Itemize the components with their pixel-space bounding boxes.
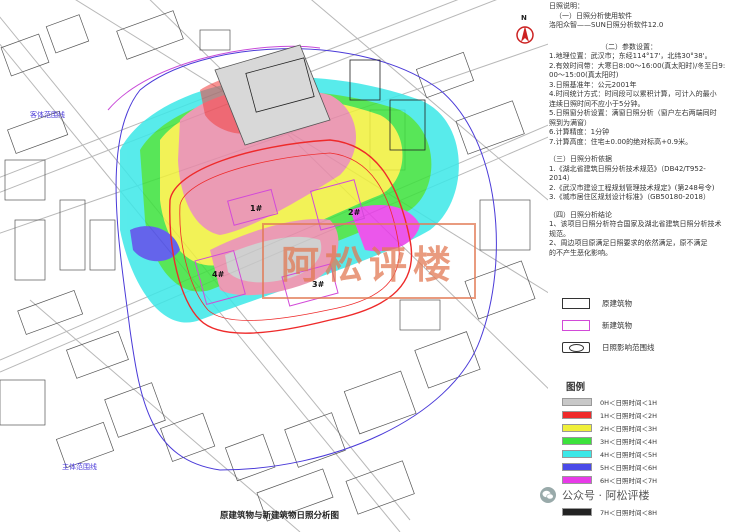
parameters-heading: （二）参数设置： [601,42,657,51]
hours-swatch [562,424,592,432]
legend-swatch [562,342,590,353]
map-caption: 原建筑物与新建筑物日照分析图 [220,511,340,521]
hours-swatch [562,450,592,458]
hours-legend-item: 0H＜日照时间＜1H [562,397,657,407]
parameter-item: 00～15:00(真太阳时) [549,71,619,79]
wechat-icon [540,487,556,503]
parameter-item: 3.日照基准年：公元2001年 [549,80,637,89]
conclusion-heading: （四）日照分析结论 [549,210,612,219]
hours-legend-item: 1H＜日照时间＜2H [562,410,657,420]
legend-label: 新建筑物 [602,321,632,330]
legend-label: 日照影响范围线 [602,343,655,352]
hours-label: 5H＜日照时间＜6H [600,464,658,472]
hours-swatch [562,398,592,406]
north-compass: N [515,14,535,48]
legend-swatch [562,320,590,331]
building-label-4: 4# [212,270,225,279]
conclusion-item: 1、该项目日照分析符合国家及湖北省建筑日照分析技术 [549,220,722,228]
basis-item: 2014） [549,174,574,182]
hours-legend-item: 6H＜日照时间＜7H [562,475,657,485]
notes-panel: 日照说明： （一）日照分析使用软件 洛阳众智——SUN日照分析软件12.0 （二… [549,0,737,258]
hours-legend-item: 4H＜日照时间＜5H [562,449,657,459]
hours-label: 0H＜日照时间＜1H [600,399,658,407]
hours-swatch [562,411,592,419]
wechat-account: 公众号 · 阿松评楼 [540,487,650,503]
building-label-1: 1# [250,204,263,213]
parameter-item: 5.日照窗分析设置：满窗日照分析（窗户左右两端同时 [549,109,717,117]
basis-item: 1.《湖北省建筑日照分析技术规范》（DB42/T952- [549,164,706,173]
conclusion-item: 2、周边项目原满足日照要求的依然满足，原不满足 [549,239,708,247]
legend-label: 原建筑物 [602,299,632,308]
parameter-item: 4.时间统计方式：时间段可以累积计算，可计入的最小 [549,90,717,98]
hours-label: 4H＜日照时间＜5H [600,451,658,459]
software-name: 洛阳众智——SUN日照分析软件12.0 [549,21,664,29]
legend-influence-range: 日照影响范围线 [562,342,655,353]
hours-swatch [562,508,592,516]
hours-legend-item: 5H＜日照时间＜6H [562,462,657,472]
hours-swatch [562,476,592,484]
hours-legend-title: 图例 [566,382,586,393]
legend-existing-building: 原建筑物 [562,298,632,309]
hours-label: 3H＜日照时间＜4H [600,438,658,446]
north-label: N [521,14,527,22]
conclusion-item: 的不产生恶化影响。 [549,248,612,257]
basis-item: 2.《武汉市建设工程规划管理技术规定》(第248号令) [549,183,715,192]
parameter-item: 1.地理位置：武汉市；东经114°17'，北纬30°38'。 [549,52,712,60]
building-label-3: 3# [312,280,325,289]
parameter-item: 6.计算精度：1分钟 [549,128,610,136]
software-heading: （一）日照分析使用软件 [555,11,632,20]
hours-legend-item: 3H＜日照时间＜4H [562,436,657,446]
parameter-item: 7.计算高度：住宅±0.00的绝对标高+0.9米。 [549,137,693,146]
legend-new-building: 新建筑物 [562,320,632,331]
parameter-item: 2.有效时间带：大寒日8:00～16:00(真太阳时)/冬至日9: [549,61,726,70]
north-arrow-icon [516,26,534,44]
watermark: 阿松评楼 [262,223,476,299]
subject-range-label: 主体范围线 [62,463,97,471]
hours-swatch [562,437,592,445]
wechat-text: 公众号 · 阿松评楼 [562,489,650,502]
parameter-item: 连续日照时间不应小于5分钟。 [549,99,645,108]
hours-label: 2H＜日照时间＜3H [600,425,658,433]
legend-swatch [562,298,590,309]
object-range-label: 客体范围线 [30,111,65,119]
hours-legend-item: 2H＜日照时间＜3H [562,423,657,433]
hours-label: 6H＜日照时间＜7H [600,477,658,485]
hours-label: 1H＜日照时间＜2H [600,412,658,420]
conclusion-item: 规范。 [549,229,570,238]
basis-heading: （三）日照分析依据 [549,155,612,163]
building-label-2: 2# [348,208,361,217]
notes-title: 日照说明： [549,2,584,10]
hours-legend-item: 7H＜日照时间＜8H [562,507,657,517]
basis-item: 3.《城市居住区规划设计标准》（GB50180-2018） [549,193,711,201]
hours-swatch [562,463,592,471]
hours-label: 7H＜日照时间＜8H [600,509,658,517]
parameter-item: 照到为满窗） [549,118,591,127]
